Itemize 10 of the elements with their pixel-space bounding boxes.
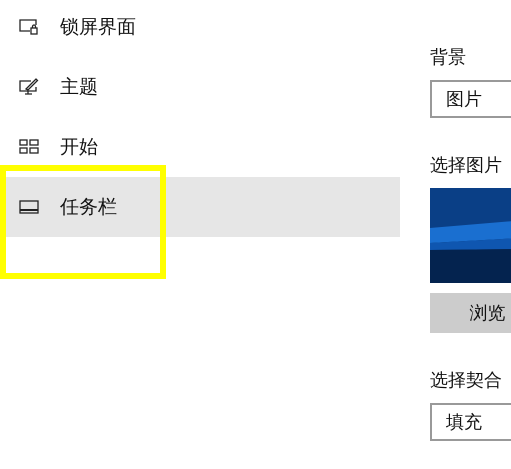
taskbar-icon [19, 200, 39, 214]
tiles-icon [19, 139, 39, 155]
choose-picture-label: 选择图片 [430, 154, 503, 178]
lock-screen-icon [19, 19, 39, 35]
background-label: 背景 [430, 46, 467, 70]
fit-label: 选择契合 [430, 369, 503, 393]
browse-button[interactable]: 浏览 [430, 293, 511, 333]
background-dropdown[interactable]: 图片 [430, 80, 511, 118]
fit-dropdown[interactable]: 填充 [430, 403, 511, 441]
monitor-brush-icon [19, 78, 39, 96]
